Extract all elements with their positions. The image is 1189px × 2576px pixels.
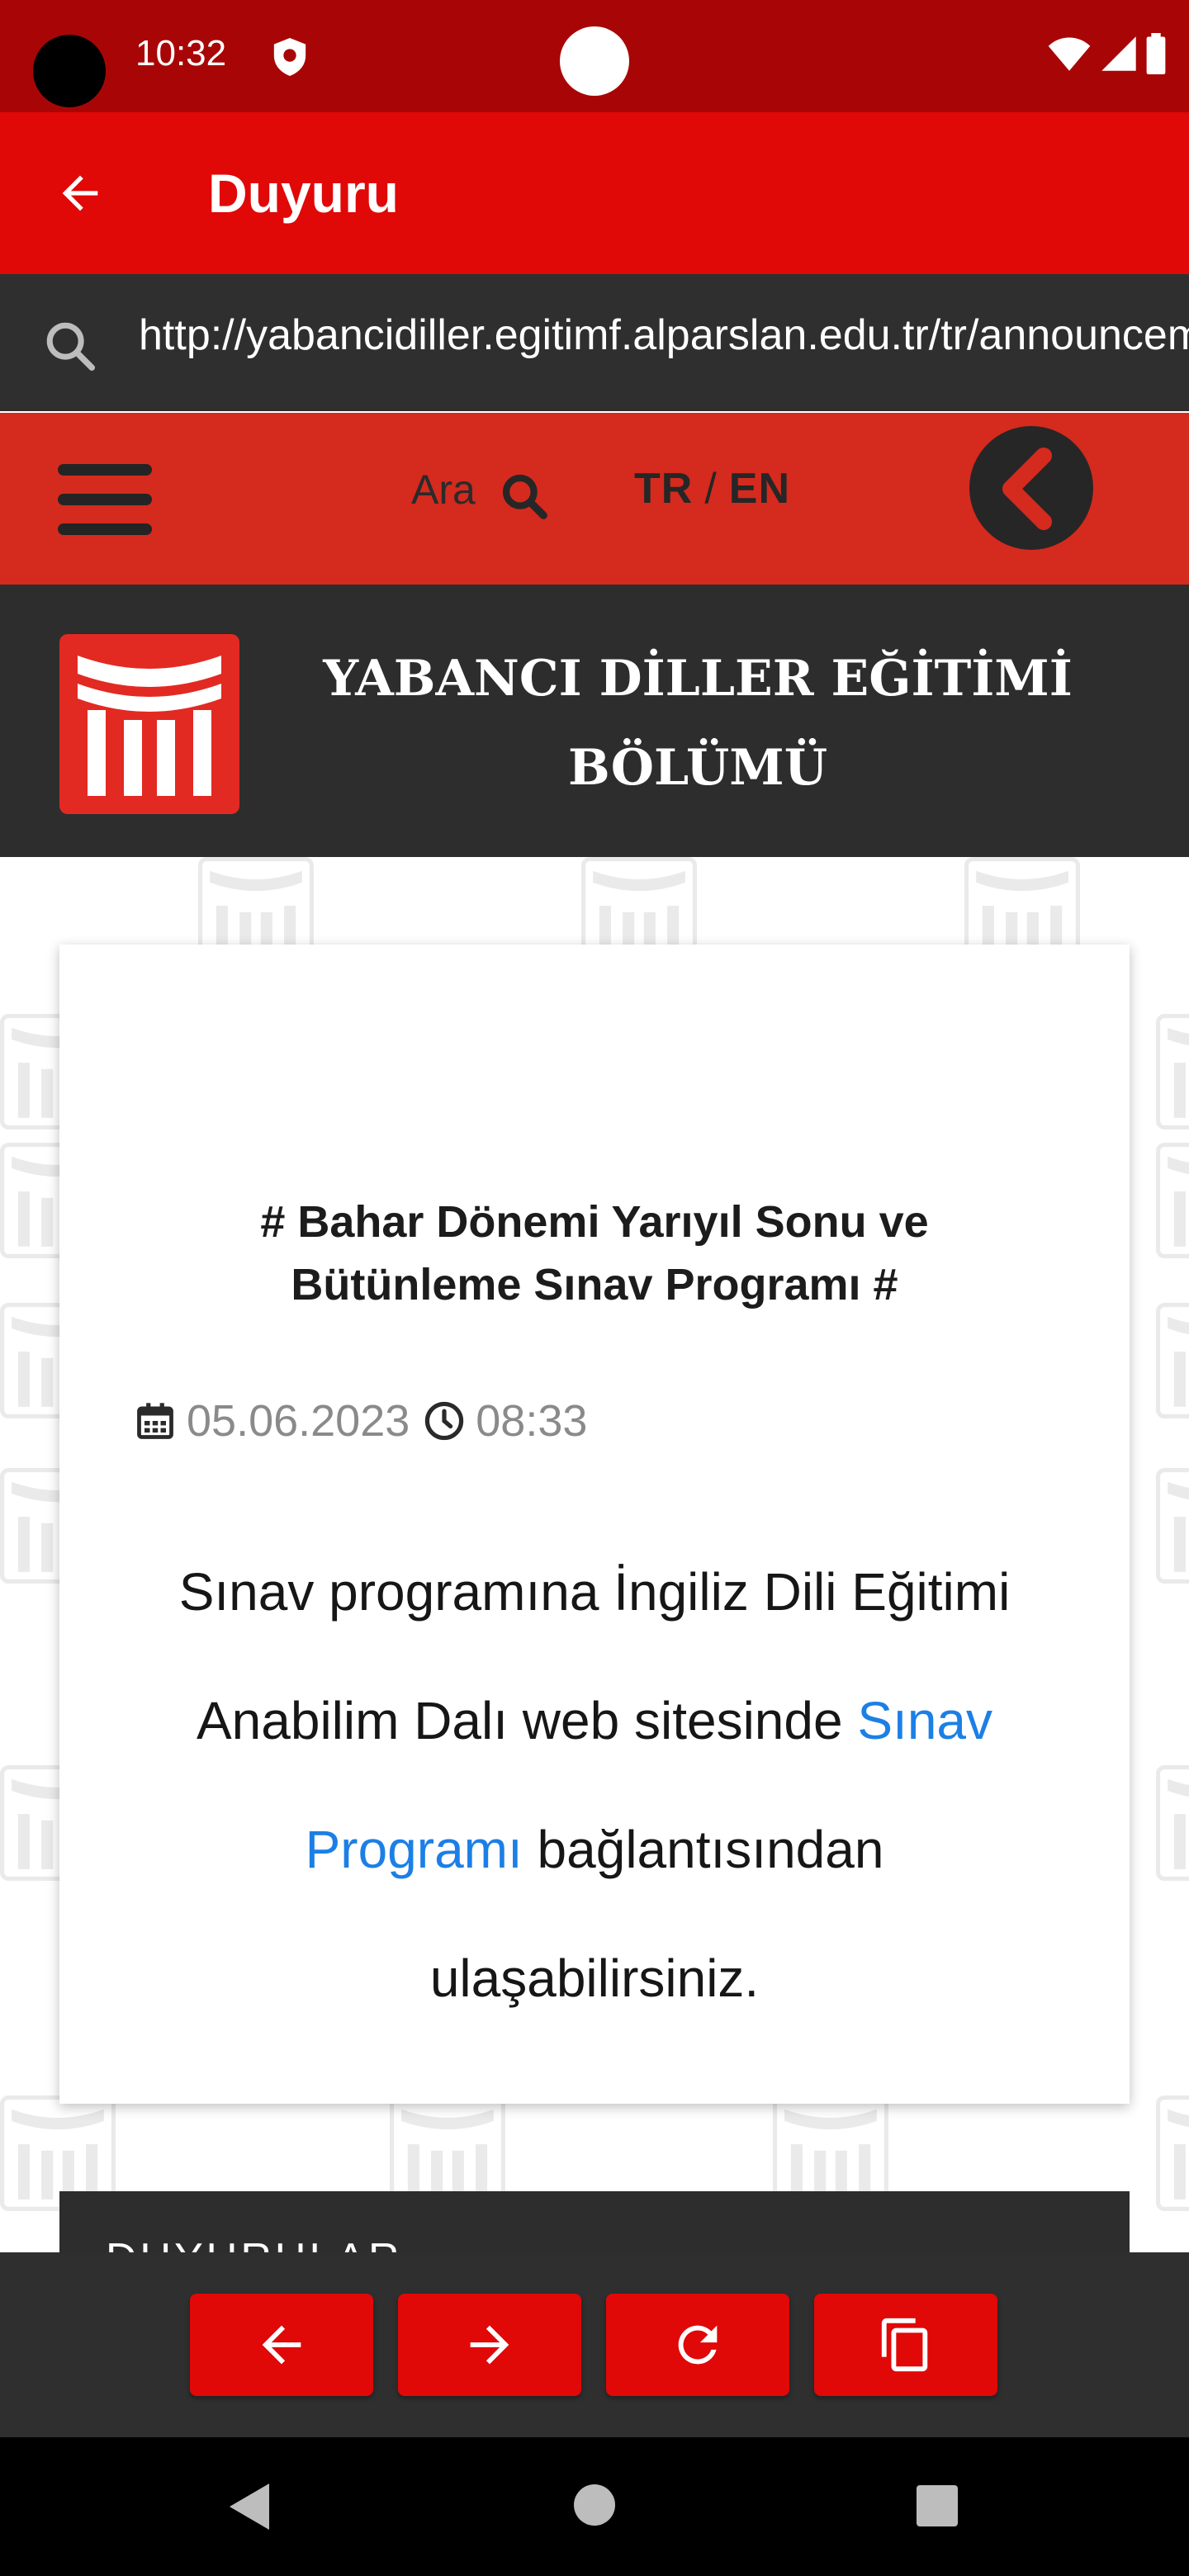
- search-icon: [46, 322, 96, 372]
- announcement-body: Sınav programına İngiliz Dili Eğitimi An…: [150, 1527, 1039, 2043]
- browser-reload-button[interactable]: [606, 2294, 789, 2396]
- browser-back-button[interactable]: [190, 2294, 373, 2396]
- department-header: YABANCI DİLLER EĞİTİMİ BÖLÜMÜ: [0, 585, 1189, 857]
- browser-forward-button[interactable]: [398, 2294, 581, 2396]
- university-logo[interactable]: [59, 634, 239, 814]
- home-circle-icon[interactable]: [573, 2484, 616, 2526]
- site-search-label[interactable]: Ara: [411, 466, 476, 514]
- browser-toolbar: [0, 2252, 1189, 2437]
- status-time: 10:32: [135, 33, 227, 73]
- url-bar[interactable]: http://yabancidiller.egitimf.alparslan.e…: [0, 274, 1189, 411]
- wifi-icon: [1048, 37, 1091, 71]
- collapse-button[interactable]: [969, 426, 1093, 550]
- page-title: Duyuru: [208, 163, 399, 224]
- signal-icon: [1101, 36, 1136, 71]
- search-icon[interactable]: [499, 471, 550, 522]
- shield-icon: [273, 38, 306, 76]
- chevron-left-icon: [1002, 447, 1052, 530]
- site-nav-bar: Ara TR / EN: [0, 413, 1189, 585]
- hamburger-icon[interactable]: [58, 464, 152, 535]
- watermark-logo-icon: [1156, 1143, 1189, 1258]
- lang-tr-link[interactable]: TR: [634, 465, 693, 513]
- announcement-date: 05.06.2023: [187, 1396, 410, 1446]
- refresh-icon: [678, 2325, 718, 2365]
- announcement-title: # Bahar Dönemi Yarıyıl Sonu ve Bütünleme…: [260, 1197, 929, 1309]
- watermark-logo-icon: [1156, 2095, 1189, 2211]
- recents-square-icon[interactable]: [917, 2485, 958, 2526]
- watermark-logo-icon: [1156, 1765, 1189, 1881]
- copy-icon: [881, 2318, 928, 2372]
- watermark-logo-icon: [1156, 1014, 1189, 1129]
- app-bar: Duyuru: [0, 112, 1189, 274]
- announcement-card: # Bahar Dönemi Yarıyıl Sonu ve Bütünleme…: [59, 945, 1130, 2104]
- camera-cutout: [33, 35, 106, 107]
- arrow-left-icon: [262, 2325, 301, 2365]
- watermark-logo-icon: [1156, 1303, 1189, 1418]
- url-text[interactable]: http://yabancidiller.egitimf.alparslan.e…: [139, 310, 1189, 360]
- calendar-icon: [137, 1403, 173, 1439]
- status-bar: 10:32: [0, 0, 1189, 112]
- lang-separator: /: [704, 465, 718, 513]
- announcements-panel: DUYURULAR: [59, 2191, 1130, 2257]
- department-title: YABANCI DİLLER EĞİTİMİ BÖLÜMÜ: [323, 650, 1073, 797]
- arrow-right-icon: [470, 2325, 509, 2365]
- arrow-left-icon[interactable]: [51, 167, 109, 220]
- back-triangle-icon[interactable]: [225, 2480, 274, 2533]
- lang-en-link[interactable]: EN: [729, 465, 790, 513]
- battery-icon: [1146, 33, 1166, 74]
- watermark-logo-icon: [1156, 1468, 1189, 1584]
- language-switch: TR / EN: [634, 464, 790, 514]
- announcement-meta: 05.06.2023 08:33: [134, 1395, 587, 1447]
- logo-mark-icon: [78, 656, 221, 796]
- status-icons: [1045, 33, 1168, 74]
- browser-copy-button[interactable]: [814, 2294, 997, 2396]
- android-nav-bar: [0, 2437, 1189, 2576]
- front-sensor: [560, 26, 629, 96]
- clock-icon: [425, 1401, 464, 1441]
- announcement-time: 08:33: [476, 1396, 588, 1446]
